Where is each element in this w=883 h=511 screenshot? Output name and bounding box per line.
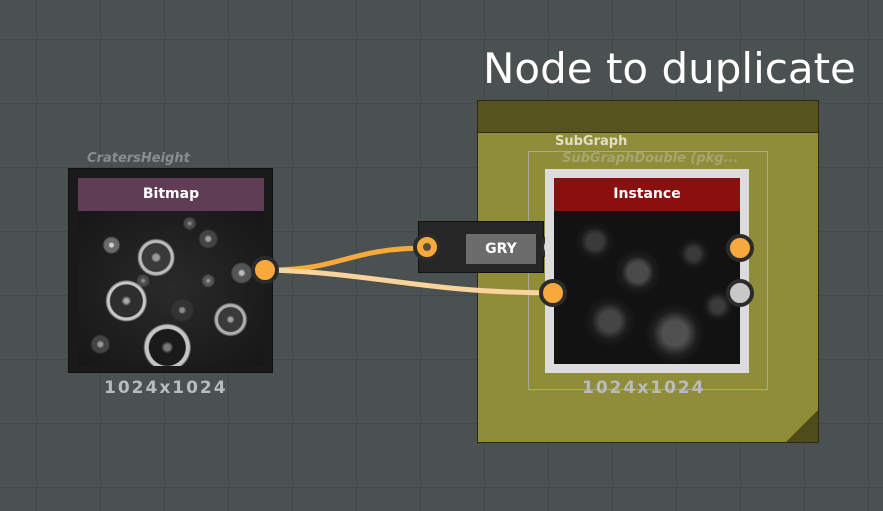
wire-bitmap-to-gry[interactable] xyxy=(269,245,430,273)
bitmap-output-port[interactable] xyxy=(251,256,279,284)
wire-bitmap-to-instance[interactable] xyxy=(269,267,556,296)
gry-input-port[interactable] xyxy=(413,233,441,261)
bitmap-node[interactable]: Bitmap xyxy=(68,168,273,373)
gry-node-title: GRY xyxy=(466,234,536,264)
instance-resolution: 1024x1024 xyxy=(582,378,706,398)
bitmap-node-title: Bitmap xyxy=(78,178,264,211)
bitmap-thumbnail xyxy=(78,211,264,366)
instance-output-port-2[interactable] xyxy=(726,279,754,307)
instance-thumbnail xyxy=(554,211,740,364)
bitmap-resolution: 1024x1024 xyxy=(104,378,228,398)
bitmap-node-caption: CratersHeight xyxy=(87,151,190,166)
instance-node-title: Instance xyxy=(554,178,740,211)
instance-output-port-1[interactable] xyxy=(726,234,754,262)
instance-input-port[interactable] xyxy=(539,279,567,307)
instance-node[interactable]: Instance xyxy=(545,169,749,373)
